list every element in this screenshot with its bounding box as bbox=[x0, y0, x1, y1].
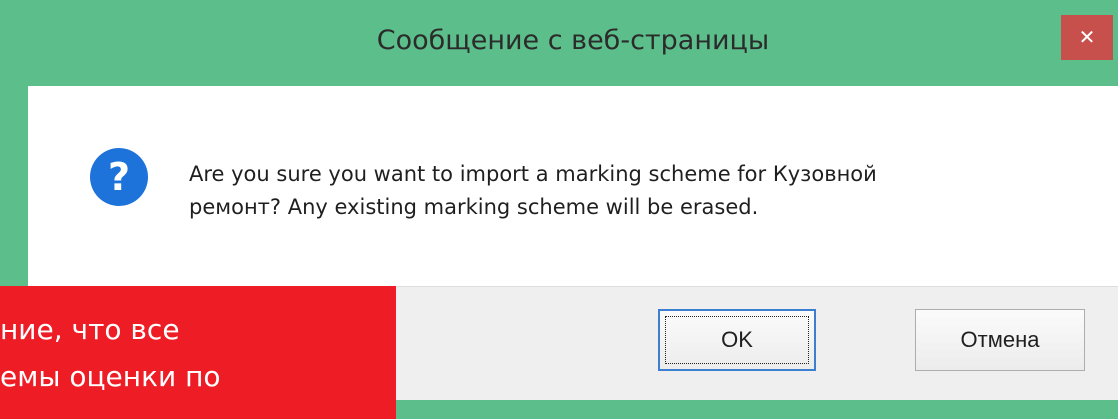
close-icon: ✕ bbox=[1078, 27, 1096, 49]
dialog-content: ? Are you sure you want to import a mark… bbox=[28, 86, 1118, 286]
red-overlay-caption: ние, что все емы оценки по bbox=[0, 286, 396, 419]
dialog-title: Сообщение с веб-страницы bbox=[376, 25, 770, 56]
question-icon: ? bbox=[90, 148, 148, 206]
ok-button[interactable]: OK bbox=[658, 309, 816, 371]
message-line-1: Are you sure you want to import a markin… bbox=[189, 162, 877, 186]
message-line-2: ремонт? Any existing marking scheme will… bbox=[189, 195, 759, 219]
dialog-message: Are you sure you want to import a markin… bbox=[189, 158, 1089, 224]
overlay-line-1: ние, что все bbox=[0, 313, 180, 346]
close-button[interactable]: ✕ bbox=[1061, 15, 1113, 60]
overlay-line-2: емы оценки по bbox=[0, 360, 221, 393]
cancel-button[interactable]: Отмена bbox=[915, 309, 1085, 371]
titlebar: Сообщение с веб-страницы ✕ bbox=[28, 0, 1118, 86]
